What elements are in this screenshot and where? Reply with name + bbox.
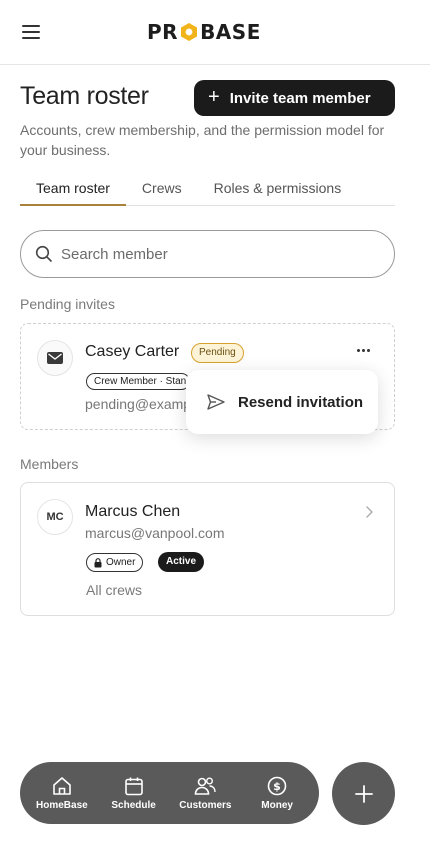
member-name: Marcus Chen	[85, 503, 181, 520]
customers-icon	[195, 777, 217, 795]
tab-bar: Team roster Crews Roles & permissions	[20, 174, 395, 206]
resend-invitation-label: Resend invitation	[238, 393, 364, 411]
nav-item-schedule[interactable]: Schedule	[99, 775, 169, 811]
lock-icon	[94, 557, 102, 567]
invite-button-label: Invite team member	[229, 89, 371, 107]
search-icon	[35, 245, 52, 262]
pending-invites-label: Pending invites	[20, 296, 115, 312]
tab-crews[interactable]: Crews	[126, 174, 198, 206]
member-email: marcus@vanpool.com	[85, 525, 225, 541]
search-box[interactable]	[20, 230, 395, 278]
members-label: Members	[20, 456, 79, 472]
top-bar: PR BASE	[0, 0, 430, 65]
role-badge-label: Owner	[106, 557, 136, 568]
more-options-icon[interactable]	[351, 342, 375, 358]
bottom-navigation: HomeBase Schedule Customers $ Money	[20, 762, 319, 824]
svg-text:$: $	[273, 780, 281, 793]
nav-item-money[interactable]: $ Money	[242, 775, 312, 811]
member-card[interactable]: MC Marcus Chen marcus@vanpool.com Owner …	[20, 482, 395, 616]
avatar: MC	[37, 499, 73, 535]
send-icon	[207, 394, 225, 410]
invite-role-badge: Crew Member · Standard	[86, 373, 190, 390]
logo-hexagon-icon	[181, 23, 198, 41]
invite-avatar	[37, 340, 73, 376]
hamburger-menu-icon[interactable]	[18, 18, 46, 46]
avatar-initials: MC	[46, 511, 64, 523]
dollar-icon: $	[267, 776, 287, 796]
add-fab-button[interactable]	[332, 762, 395, 825]
mail-icon	[47, 352, 63, 364]
nav-label: Money	[261, 800, 293, 811]
probase-logo[interactable]: PR BASE	[147, 20, 261, 44]
nav-item-homebase[interactable]: HomeBase	[27, 775, 97, 811]
tab-roles-permissions[interactable]: Roles & permissions	[198, 174, 358, 206]
tab-team-roster[interactable]: Team roster	[20, 174, 126, 206]
chevron-right-icon	[366, 506, 373, 518]
nav-label: Customers	[179, 800, 232, 811]
invite-team-member-button[interactable]: + Invite team member	[194, 80, 395, 116]
page-title: Team roster	[20, 82, 149, 110]
nav-label: HomeBase	[36, 800, 88, 811]
page-subtitle: Accounts, crew membership, and the permi…	[20, 122, 385, 158]
nav-item-customers[interactable]: Customers	[170, 775, 240, 811]
home-icon	[53, 777, 71, 795]
member-crews: All crews	[86, 582, 143, 598]
role-badge: Owner	[86, 553, 144, 572]
resend-invitation-menu-item[interactable]: Resend invitation	[186, 370, 378, 434]
calendar-icon	[124, 777, 143, 796]
status-badge: Active	[158, 552, 205, 572]
plus-icon: +	[208, 86, 220, 108]
plus-icon	[354, 784, 373, 803]
pending-status-badge: Pending	[191, 343, 244, 363]
search-input[interactable]	[61, 245, 361, 263]
invite-name: Casey Carter	[85, 343, 180, 360]
nav-label: Schedule	[111, 800, 156, 811]
